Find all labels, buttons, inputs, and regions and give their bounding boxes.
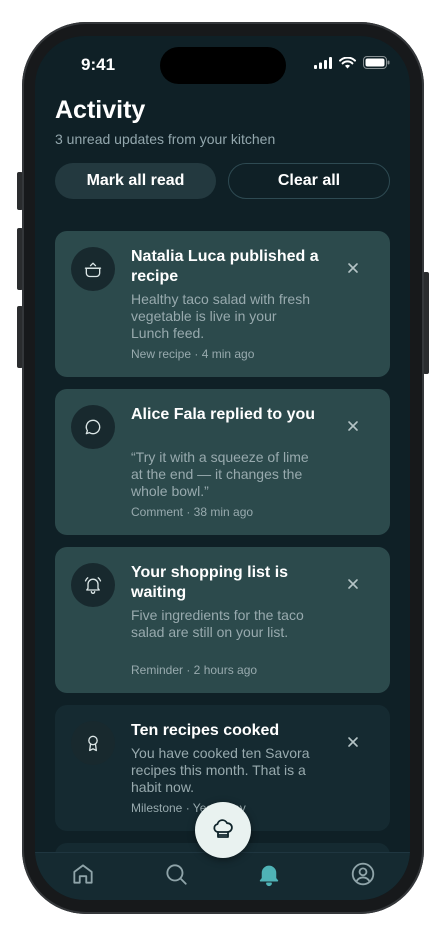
signal-icon — [314, 56, 332, 69]
notification-card[interactable]: Your shopping list is waiting Five ingre… — [55, 547, 390, 693]
status-time: 9:41 — [81, 55, 116, 74]
notification-meta: New recipe · 4 min ago — [131, 347, 255, 361]
notification-icon-badge — [71, 405, 115, 449]
dynamic-island — [160, 47, 286, 84]
page-title: Activity — [55, 96, 146, 124]
mark-all-read-button[interactable]: Mark all read — [55, 163, 216, 199]
notification-card[interactable]: Alice Fala replied to you “Try it with a… — [55, 389, 390, 535]
notification-title: Ten recipes cooked — [131, 722, 280, 739]
profile-icon[interactable] — [350, 861, 376, 887]
notification-icon-badge — [71, 247, 115, 291]
close-icon[interactable] — [346, 261, 360, 275]
notification-title: Natalia Luca published a recipe — [131, 248, 319, 285]
award-ribbon-icon — [88, 735, 98, 752]
search-icon[interactable] — [163, 861, 189, 887]
notification-body: You have cooked ten Savora recipes this … — [131, 745, 310, 795]
cooking-pot-icon — [84, 262, 102, 278]
notification-meta: Reminder · 2 hours ago — [131, 663, 258, 677]
bell-ringing-icon — [84, 577, 102, 594]
tab-bar — [35, 852, 410, 900]
home-icon[interactable] — [70, 861, 96, 887]
notification-icon-badge — [71, 563, 115, 607]
notification-meta: Comment · 38 min ago — [131, 505, 254, 519]
close-icon[interactable] — [346, 735, 360, 749]
notification-title: Alice Fala replied to you — [131, 406, 316, 423]
page-subtitle: 3 unread updates from your kitchen — [55, 131, 276, 147]
notification-icon-badge — [71, 721, 115, 765]
chat-bubble-icon — [85, 419, 101, 435]
chef-hat-icon — [213, 819, 233, 838]
bell-icon[interactable] — [256, 861, 282, 887]
notification-body: “Try it with a squeeze of lime at the en… — [131, 449, 309, 499]
clear-all-button[interactable]: Clear all — [228, 163, 390, 199]
status-icons — [314, 56, 390, 69]
close-icon[interactable] — [346, 577, 360, 591]
notification-title: Your shopping list is waiting — [131, 564, 289, 601]
close-icon[interactable] — [346, 419, 360, 433]
wifi-icon — [339, 56, 356, 68]
chef-hat-fab-button[interactable] — [195, 802, 251, 858]
battery-icon — [363, 56, 390, 69]
notification-body: Healthy taco salad with fresh vegetable … — [131, 291, 310, 341]
notification-card[interactable]: Natalia Luca published a recipe Healthy … — [55, 231, 390, 377]
app-screen: 9:41 Activity 3 unread updates from your… — [35, 36, 410, 900]
notification-body: Five ingredients for the taco salad are … — [131, 607, 304, 640]
